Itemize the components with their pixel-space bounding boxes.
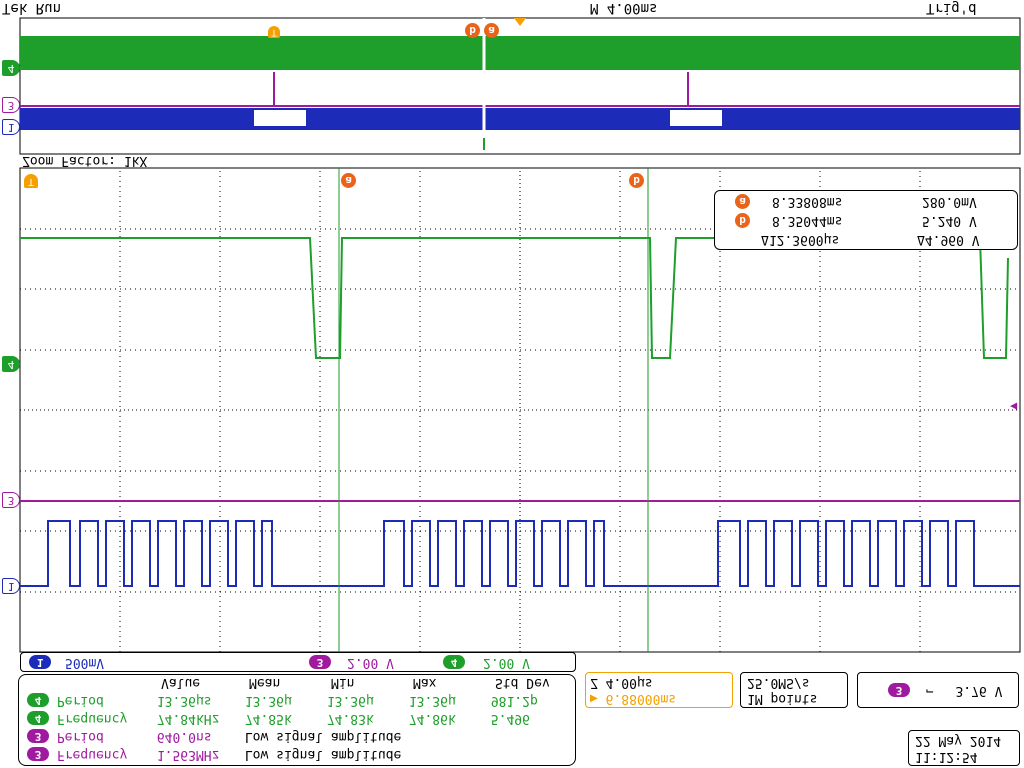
ch1-ground-marker[interactable]: 1: [2, 578, 20, 594]
zoom-ch1-marker: 1: [2, 119, 20, 135]
run-status: Tek Run: [2, 0, 62, 16]
cursor-b-time: 8.35044ms: [772, 213, 843, 228]
ch3-ground-marker[interactable]: 3: [2, 492, 20, 508]
cursor-b-marker[interactable]: b: [629, 173, 644, 188]
zoom-ch4-trace: [20, 36, 1020, 70]
zoom-ch3-marker: 3: [2, 97, 20, 113]
zoom-cursor-b-marker: b: [465, 23, 480, 38]
main-graticule: [19, 17, 1021, 653]
trigger-level-arrow-icon[interactable]: ◀: [1010, 400, 1017, 414]
cursor-delta-volt: Δ4.960 V: [917, 232, 980, 247]
cursor-readout: Δ12.3600μs Δ4.960 V b 8.35044ms 5.240 V a 8.…: [714, 190, 1018, 250]
cursor-a-marker[interactable]: a: [341, 173, 356, 188]
cursor-b-badge: b: [735, 213, 750, 228]
zoom-factor-label: Zoom Factor: 1kX: [22, 153, 148, 168]
ch4-waveform: [20, 237, 1009, 359]
zoom-cursor-a-marker: a: [484, 23, 499, 38]
ch4-ground-marker[interactable]: 4: [2, 356, 20, 372]
cursor-b-volt: 5.240 V: [922, 213, 977, 228]
zoom-ch4-marker: 4: [2, 60, 20, 76]
oscilloscope-screen: 3 Frequency 1.563MHz Low signal amplitude …: [0, 0, 1024, 768]
cursor-a-time: 8.33808ms: [772, 194, 843, 209]
trigger-status: Trig'd: [926, 0, 977, 16]
zoom-ch1-trace: [20, 108, 1020, 130]
cursor-a-badge: a: [735, 194, 750, 209]
zoom-position-arrow-icon: [514, 18, 526, 26]
horizontal-scale: M 4.00ms: [590, 0, 658, 16]
cursor-delta-time: Δ12.3600μs: [761, 232, 840, 247]
zoom-trigger-icon: T: [268, 26, 280, 38]
cursor-a-volt: 280.0mV: [922, 194, 977, 209]
trigger-position-icon[interactable]: T: [24, 174, 38, 188]
